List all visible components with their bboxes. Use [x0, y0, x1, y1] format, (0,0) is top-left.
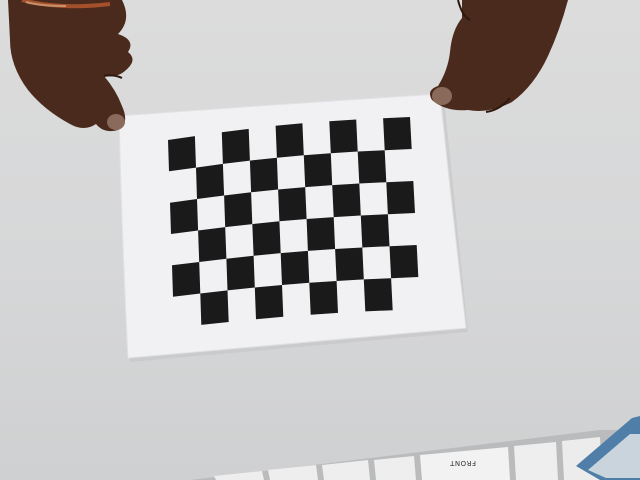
checker-square	[254, 285, 284, 320]
checker-square	[332, 183, 361, 218]
checker-square	[280, 250, 310, 285]
checker-square	[329, 119, 358, 154]
checker-square	[357, 150, 387, 184]
keyboard-key	[268, 465, 318, 480]
checker-square	[221, 128, 250, 164]
checker-square	[383, 117, 412, 151]
checker-square	[170, 199, 199, 234]
checker-square	[335, 247, 364, 281]
checker-square	[249, 157, 279, 193]
left-hand	[8, 0, 133, 132]
keyboard-key	[322, 460, 370, 480]
checker-square	[360, 214, 390, 248]
checker-square	[200, 290, 229, 325]
checker-square	[172, 262, 201, 297]
right-hand	[430, 0, 568, 113]
photo-canvas: FRONT	[8, 0, 640, 480]
checker-square	[303, 153, 333, 188]
checker-square	[224, 192, 253, 228]
checker-square	[275, 123, 304, 158]
photo-scene: FRONT	[0, 0, 640, 480]
keyboard-key	[514, 442, 558, 480]
checker-square	[309, 281, 338, 315]
keyboard-key	[374, 456, 416, 480]
checker-square	[386, 181, 415, 215]
checker-square	[363, 278, 393, 312]
checker-square	[168, 136, 196, 172]
checker-square	[306, 217, 336, 251]
checker-square	[252, 221, 281, 256]
checker-square	[278, 187, 307, 222]
front-key-label: FRONT	[449, 459, 476, 467]
keyboard-key	[214, 471, 264, 480]
checker-square	[389, 245, 419, 279]
checker-square	[198, 227, 227, 262]
keyboard: FRONT	[190, 430, 640, 480]
checker-square	[226, 255, 255, 291]
checker-square	[196, 163, 225, 199]
